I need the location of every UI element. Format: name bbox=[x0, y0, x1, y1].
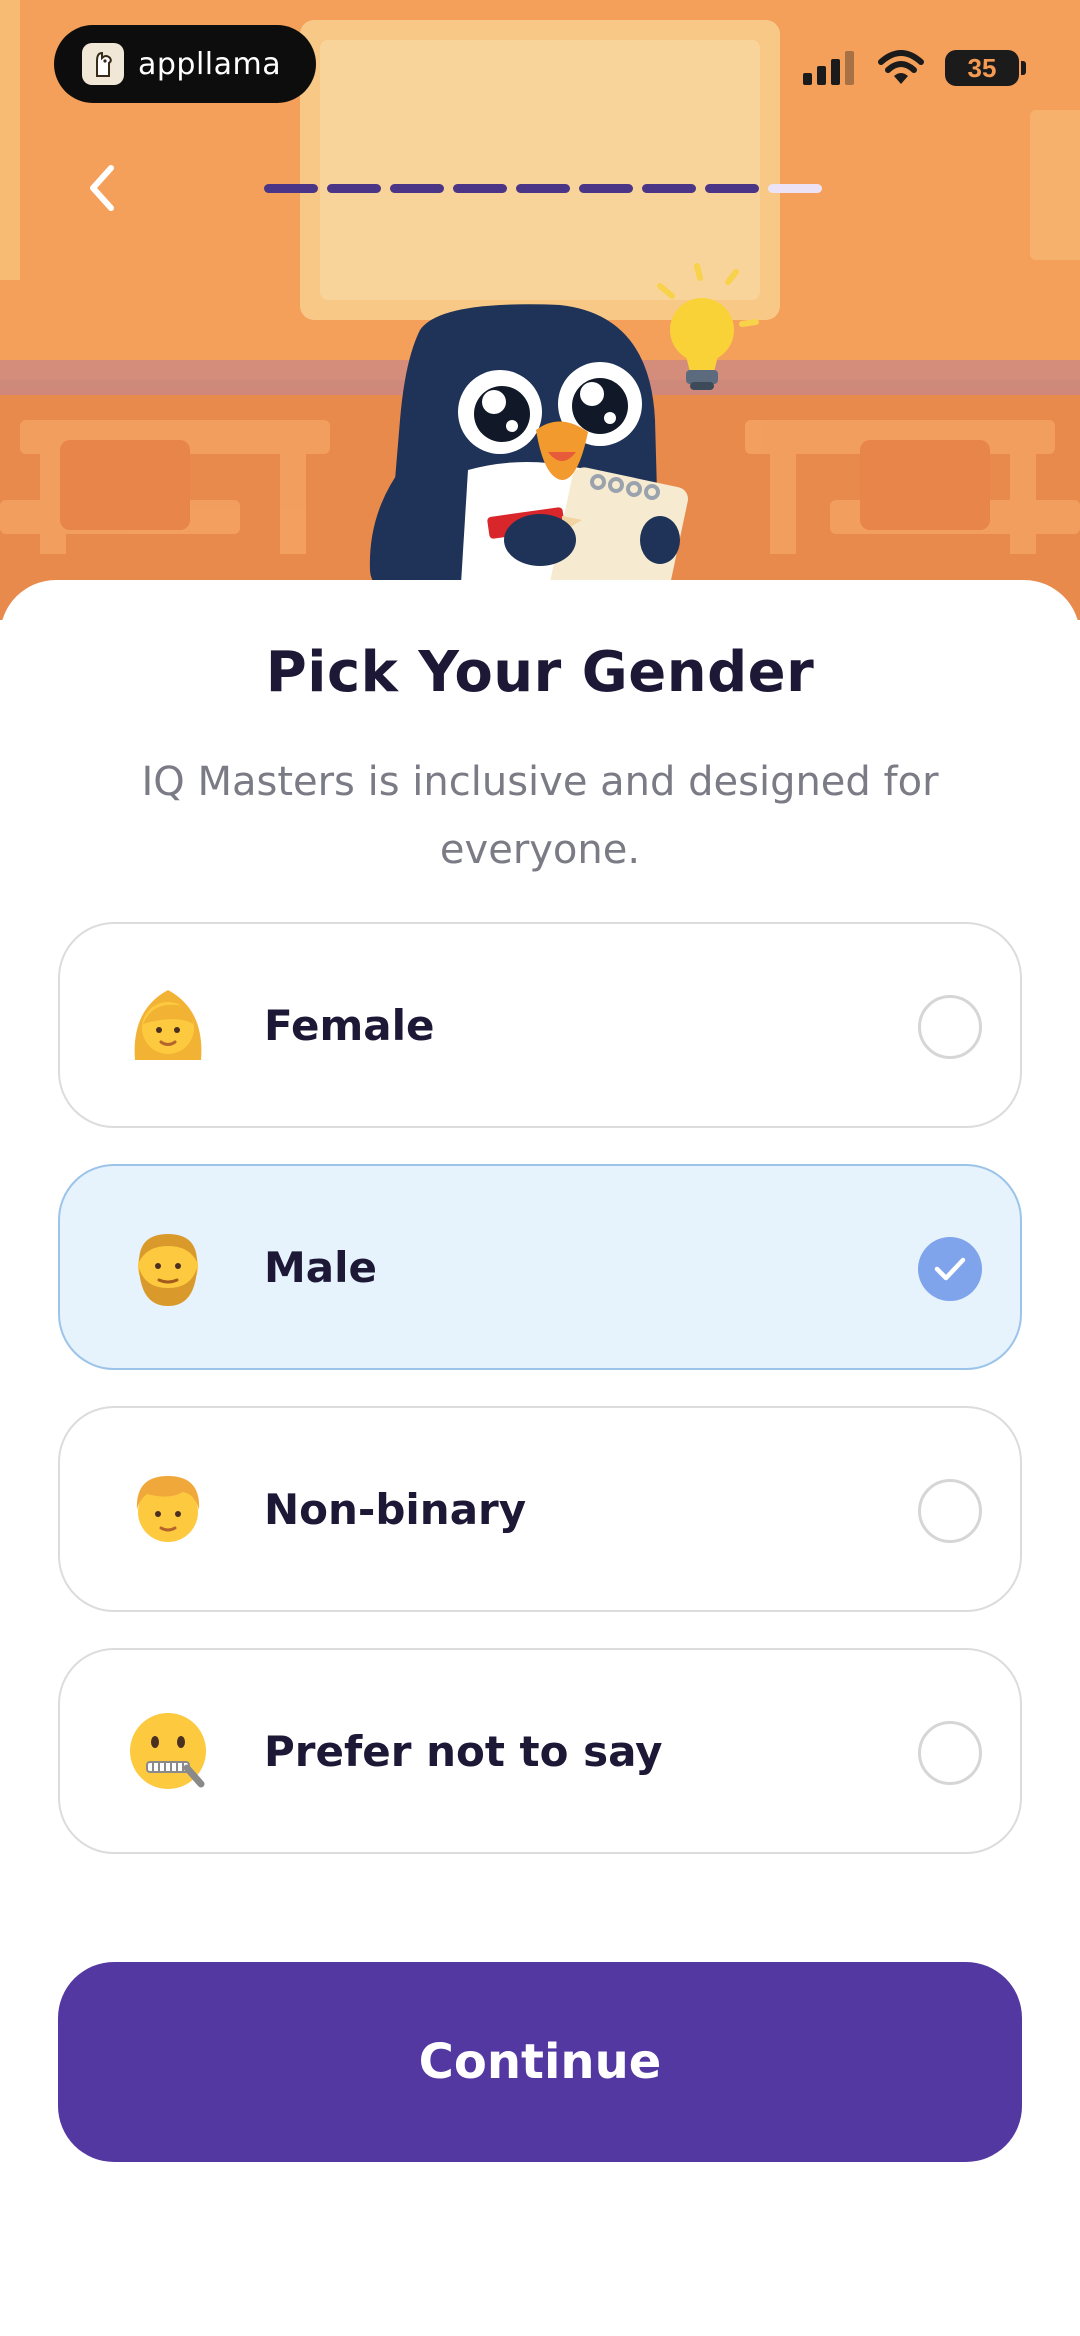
progress-step-done bbox=[705, 184, 759, 193]
progress-step-done bbox=[453, 184, 507, 193]
page-subtitle: IQ Masters is inclusive and designed for… bbox=[141, 759, 939, 873]
brand-name: appllama bbox=[138, 46, 282, 82]
llama-logo-icon bbox=[82, 43, 124, 85]
progress-step-done bbox=[642, 184, 696, 193]
gender-option-non-binary[interactable]: Non-binary bbox=[58, 1406, 1022, 1612]
radio-unchecked[interactable] bbox=[918, 1479, 982, 1543]
woman-emoji-icon bbox=[118, 975, 218, 1075]
option-label: Female bbox=[264, 1000, 435, 1050]
gender-option-male[interactable]: Male bbox=[58, 1164, 1022, 1370]
gender-option-female[interactable]: Female bbox=[58, 922, 1022, 1128]
onboarding-progress bbox=[264, 184, 822, 193]
continue-button[interactable]: Continue bbox=[58, 1962, 1022, 2162]
progress-step-done bbox=[390, 184, 444, 193]
bearded-man-emoji-icon bbox=[118, 1217, 218, 1317]
signal-icon bbox=[803, 51, 854, 85]
radio-unchecked[interactable] bbox=[918, 995, 982, 1059]
zipper-mouth-emoji-icon bbox=[118, 1701, 218, 1801]
progress-step-done bbox=[516, 184, 570, 193]
checkmark-icon bbox=[934, 1257, 966, 1281]
progress-step-done bbox=[264, 184, 318, 193]
back-button[interactable] bbox=[78, 158, 126, 218]
progress-step-done bbox=[579, 184, 633, 193]
wifi-icon bbox=[878, 50, 924, 84]
radio-checked[interactable] bbox=[918, 1237, 982, 1301]
chevron-left-icon bbox=[90, 165, 114, 211]
option-label: Male bbox=[264, 1242, 378, 1292]
continue-label: Continue bbox=[418, 2034, 662, 2090]
progress-step-pending bbox=[768, 184, 822, 193]
person-emoji-icon bbox=[118, 1459, 218, 1559]
battery-level: 35 bbox=[967, 52, 997, 83]
gender-option-prefer-not-to-say[interactable]: Prefer not to say bbox=[58, 1648, 1022, 1854]
radio-unchecked[interactable] bbox=[918, 1721, 982, 1785]
brand-badge: appllama bbox=[54, 25, 316, 103]
option-label: Prefer not to say bbox=[264, 1726, 663, 1776]
battery-icon: 35 bbox=[945, 50, 1019, 86]
status-icons: 35 bbox=[803, 50, 1026, 86]
page-title: Pick Your Gender bbox=[265, 640, 815, 705]
progress-step-done bbox=[327, 184, 381, 193]
option-label: Non-binary bbox=[264, 1484, 527, 1534]
